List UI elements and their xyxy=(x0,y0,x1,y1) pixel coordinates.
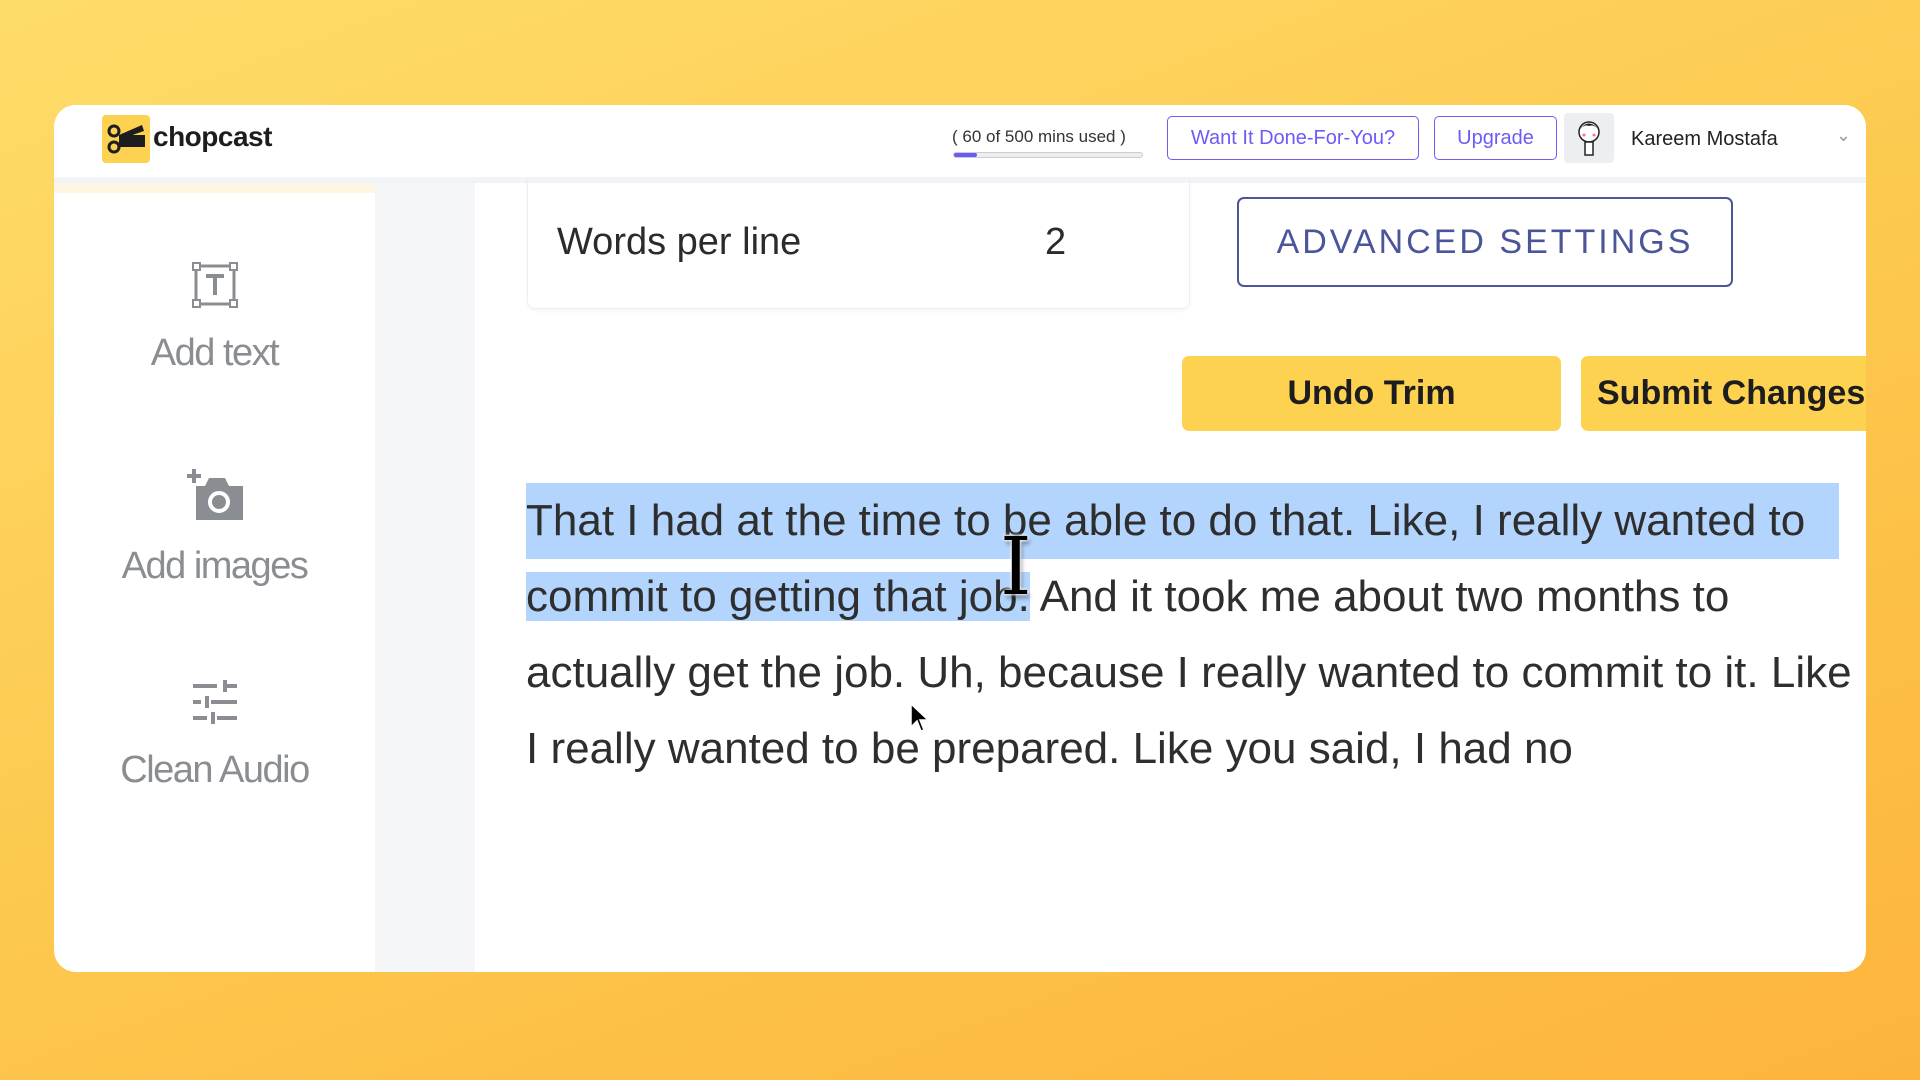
transcript-line[interactable]: I really wanted to be prepared. Like you… xyxy=(526,724,1573,773)
sidebar: Add text Add images Clean Audio xyxy=(54,183,375,972)
user-name[interactable]: Kareem Mostafa xyxy=(1631,128,1778,151)
sidebar-item-add-text[interactable]: Add text xyxy=(54,261,375,375)
mouse-pointer-icon xyxy=(910,702,930,738)
text-box-icon xyxy=(191,262,239,313)
sidebar-item-add-images[interactable]: Add images xyxy=(54,468,375,588)
words-per-line-label: Words per line xyxy=(557,221,802,263)
usage-progress-fill xyxy=(954,153,977,157)
transcript-line[interactable]: commit to getting that job. xyxy=(526,572,1030,621)
sidebar-gutter xyxy=(375,183,475,972)
avatar[interactable] xyxy=(1564,113,1614,163)
text-cursor-icon: I xyxy=(1000,520,1032,613)
sidebar-item-label: Add text xyxy=(150,332,280,374)
logo-text: chopcast xyxy=(153,121,272,152)
usage-progress-bar xyxy=(953,152,1143,158)
usage-text: ( 60 of 500 mins used ) xyxy=(952,127,1126,146)
upgrade-button[interactable]: Upgrade xyxy=(1434,116,1557,160)
submit-changes-button[interactable]: Submit Changes xyxy=(1581,356,1866,431)
words-per-line-card: Words per line 2 xyxy=(527,177,1190,309)
words-per-line-value[interactable]: 2 xyxy=(1045,221,1066,264)
app-window: chopcast ( 60 of 500 mins used ) Want It… xyxy=(54,105,1866,972)
scissors-clapper-icon[interactable] xyxy=(102,115,150,163)
advanced-settings-button[interactable]: ADVANCED SETTINGS xyxy=(1237,197,1733,287)
done-for-you-button[interactable]: Want It Done-For-You? xyxy=(1167,116,1419,160)
sidebar-item-clean-audio[interactable]: Clean Audio xyxy=(54,680,375,792)
chevron-down-icon[interactable]: ⌄ xyxy=(1836,125,1851,146)
transcript-line[interactable]: And it took me about two months to xyxy=(1030,572,1730,621)
sliders-icon xyxy=(191,680,239,730)
transcript-line[interactable]: actually get the job. Uh, because I real… xyxy=(526,648,1852,697)
sidebar-item-label: Add images xyxy=(121,545,309,587)
transcript-line[interactable]: That I had at the time to be able to do … xyxy=(526,483,1839,559)
sidebar-top-strip xyxy=(54,183,375,193)
sidebar-item-label: Clean Audio xyxy=(120,749,310,791)
top-bar: chopcast ( 60 of 500 mins used ) Want It… xyxy=(54,105,1866,183)
undo-trim-button[interactable]: Undo Trim xyxy=(1182,356,1561,431)
transcript-editor[interactable]: That I had at the time to be able to do … xyxy=(526,483,1866,787)
add-photo-icon xyxy=(185,469,245,526)
